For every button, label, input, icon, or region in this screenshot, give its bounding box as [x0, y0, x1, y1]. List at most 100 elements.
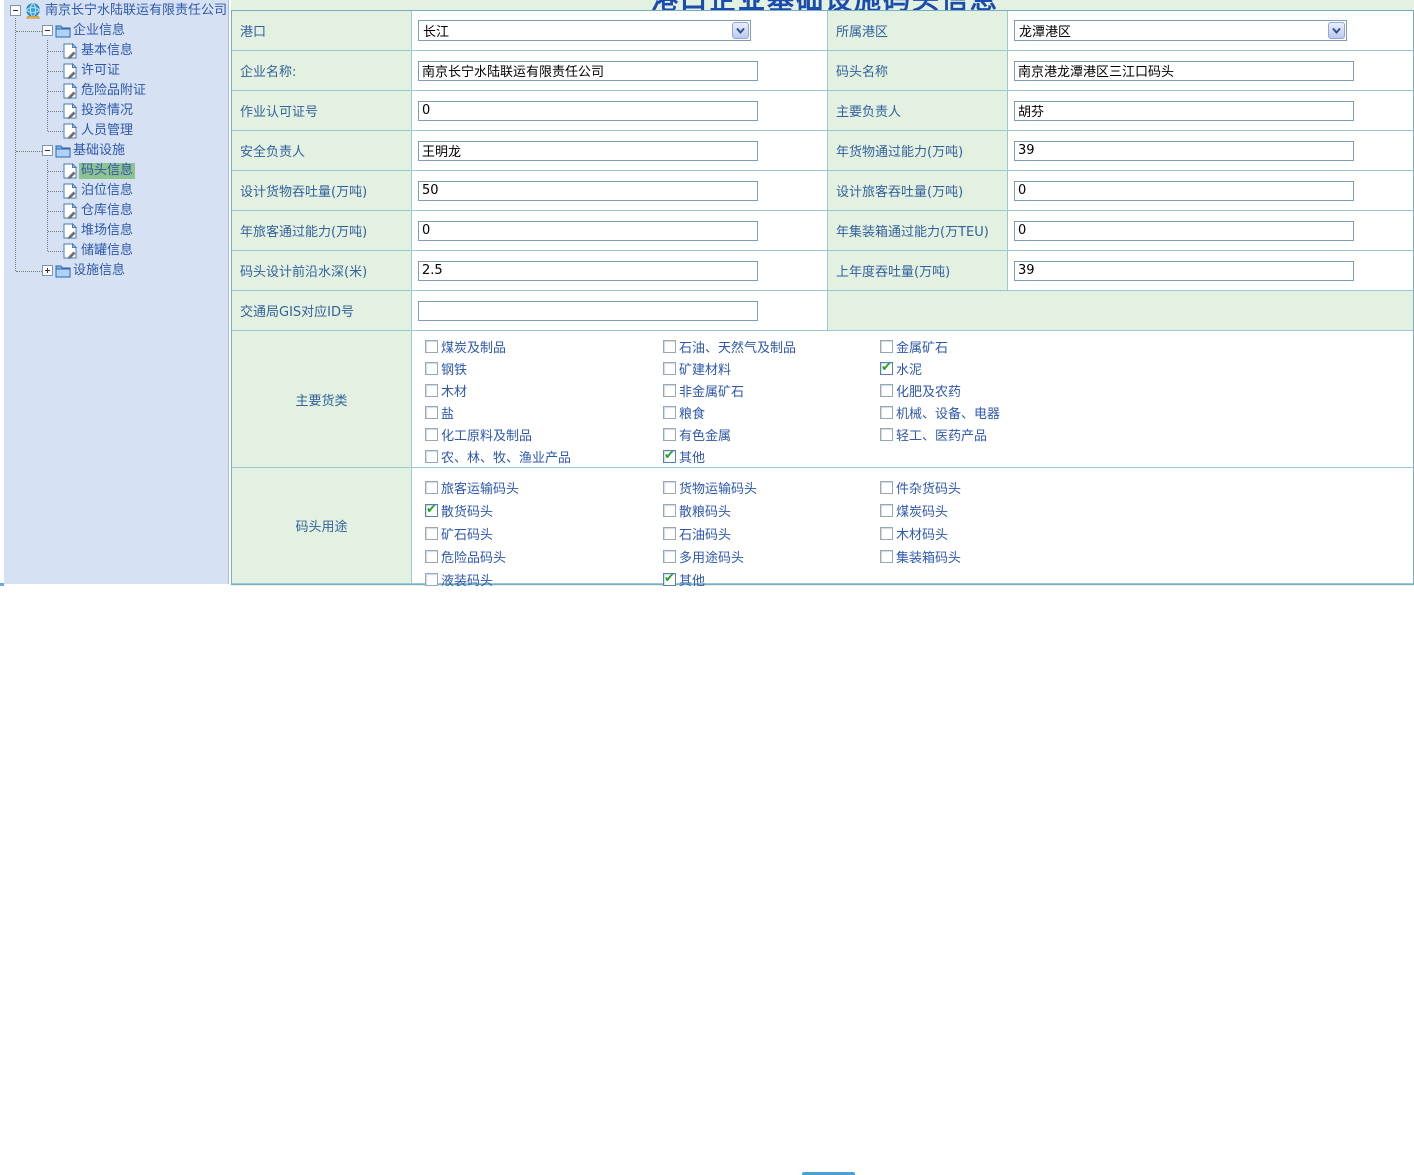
tree-item-label[interactable]: 南京长宁水陆联运有限责任公司: [43, 3, 229, 19]
tree-leaf-item[interactable]: 投资情况: [4, 101, 228, 121]
page-icon: [63, 83, 77, 103]
main-panel: 港口企业基础设施码头信息 港口长江所属港区龙潭港区企业名称:码头名称作业认可证号…: [231, 0, 1414, 586]
checkbox[interactable]: [880, 550, 893, 563]
checkbox[interactable]: [663, 504, 676, 517]
checkbox[interactable]: [663, 527, 676, 540]
tree-leaf-item[interactable]: 堆场信息: [4, 221, 228, 241]
text-input[interactable]: [418, 61, 758, 81]
tree-item-label[interactable]: 储罐信息: [79, 243, 135, 259]
tree-leaf-item[interactable]: 许可证: [4, 61, 228, 81]
checkbox[interactable]: [425, 384, 438, 397]
checkbox[interactable]: [663, 450, 676, 463]
text-input[interactable]: [1014, 221, 1354, 241]
tree-connector: [16, 31, 42, 32]
checkbox[interactable]: [663, 550, 676, 563]
minus-expander-icon[interactable]: [42, 25, 53, 36]
text-input[interactable]: [1014, 141, 1354, 161]
section-label: 码头用途: [232, 468, 412, 584]
tree-item-label[interactable]: 堆场信息: [79, 223, 135, 239]
checkbox[interactable]: [663, 573, 676, 586]
page-icon: [63, 123, 77, 143]
chevron-down-icon[interactable]: [732, 22, 749, 39]
checkbox[interactable]: [425, 362, 438, 375]
checkbox[interactable]: [663, 428, 676, 441]
tree-leaf-item[interactable]: 仓库信息: [4, 201, 228, 221]
tree-leaf-item[interactable]: 码头信息: [4, 161, 228, 181]
checkbox-label: 石油、天然气及制品: [679, 337, 796, 356]
tree-connector: [48, 171, 63, 172]
checkbox[interactable]: [880, 527, 893, 540]
checkbox[interactable]: [425, 550, 438, 563]
tree-item-label[interactable]: 基本信息: [79, 43, 135, 59]
tree-leaf-item[interactable]: 储罐信息: [4, 241, 228, 261]
checkbox[interactable]: [663, 406, 676, 419]
sidebar-tree: 南京长宁水陆联运有限责任公司企业信息基本信息许可证危险品附证投资情况人员管理基础…: [4, 0, 228, 584]
tree-leaf-item[interactable]: 基本信息: [4, 41, 228, 61]
tree-item-label[interactable]: 仓库信息: [79, 203, 135, 219]
minus-expander-icon[interactable]: [42, 145, 53, 156]
checkbox[interactable]: [663, 481, 676, 494]
checkbox[interactable]: [425, 428, 438, 441]
checkbox[interactable]: [880, 362, 893, 375]
checkbox-item: 盐: [425, 405, 571, 419]
tree-leaf-item[interactable]: 人员管理: [4, 121, 228, 141]
checkbox[interactable]: [880, 340, 893, 353]
checkbox[interactable]: [663, 384, 676, 397]
text-input[interactable]: [1014, 181, 1354, 201]
form-table: 港口长江所属港区龙潭港区企业名称:码头名称作业认可证号主要负责人安全负责人年货物…: [231, 10, 1414, 585]
checkbox[interactable]: [425, 481, 438, 494]
tree-item-label[interactable]: 设施信息: [71, 263, 127, 279]
checkbox[interactable]: [880, 504, 893, 517]
checkbox-label: 货物运输码头: [679, 478, 757, 497]
text-input[interactable]: [1014, 261, 1354, 281]
checkbox[interactable]: [425, 504, 438, 517]
text-input[interactable]: [418, 221, 758, 241]
checkbox-item: 多用途码头: [663, 549, 757, 563]
text-input[interactable]: [418, 261, 758, 281]
text-input[interactable]: [418, 301, 758, 321]
checkbox-item: 货物运输码头: [663, 480, 757, 494]
tree-item-label[interactable]: 基础设施: [71, 143, 127, 159]
page-icon: [63, 103, 77, 123]
tree-item-label[interactable]: 投资情况: [79, 103, 135, 119]
text-input[interactable]: [1014, 101, 1354, 121]
tree-leaf-item[interactable]: 危险品附证: [4, 81, 228, 101]
page-icon: [63, 243, 77, 263]
checkbox-label: 化肥及农药: [896, 381, 961, 400]
cargo-types-section: 煤炭及制品钢铁木材盐化工原料及制品农、林、牧、渔业产品石油、天然气及制品矿建材料…: [412, 331, 1413, 468]
checkbox-item: 矿建材料: [663, 361, 796, 375]
checkbox[interactable]: [425, 573, 438, 586]
checkbox[interactable]: [880, 428, 893, 441]
checkbox[interactable]: [663, 362, 676, 375]
tree-item-label[interactable]: 企业信息: [71, 23, 127, 39]
section-label: 主要货类: [232, 331, 412, 468]
minus-expander-icon[interactable]: [10, 5, 21, 16]
empty-cell: [828, 291, 1413, 331]
text-input[interactable]: [418, 141, 758, 161]
checkbox[interactable]: [880, 481, 893, 494]
dropdown[interactable]: 长江: [418, 20, 751, 41]
checkbox[interactable]: [425, 340, 438, 353]
tree-item-label[interactable]: 危险品附证: [79, 83, 148, 99]
checkbox[interactable]: [425, 406, 438, 419]
dropdown[interactable]: 龙潭港区: [1014, 20, 1347, 41]
field-cell: [412, 131, 828, 171]
text-input[interactable]: [418, 181, 758, 201]
tree-leaf-item[interactable]: 泊位信息: [4, 181, 228, 201]
text-input[interactable]: [418, 101, 758, 121]
tree-item-label[interactable]: 人员管理: [79, 123, 135, 139]
checkbox-item: 钢铁: [425, 361, 571, 375]
page-icon: [63, 203, 77, 223]
checkbox[interactable]: [663, 340, 676, 353]
tree-item-label[interactable]: 码头信息: [79, 163, 135, 179]
plus-expander-icon[interactable]: [42, 265, 53, 276]
checkbox[interactable]: [425, 527, 438, 540]
checkbox[interactable]: [880, 406, 893, 419]
tree-item-label[interactable]: 泊位信息: [79, 183, 135, 199]
checkbox[interactable]: [425, 450, 438, 463]
tree-root-item[interactable]: 南京长宁水陆联运有限责任公司: [4, 1, 228, 21]
tree-item-label[interactable]: 许可证: [79, 63, 122, 79]
checkbox[interactable]: [880, 384, 893, 397]
text-input[interactable]: [1014, 61, 1354, 81]
chevron-down-icon[interactable]: [1328, 22, 1345, 39]
